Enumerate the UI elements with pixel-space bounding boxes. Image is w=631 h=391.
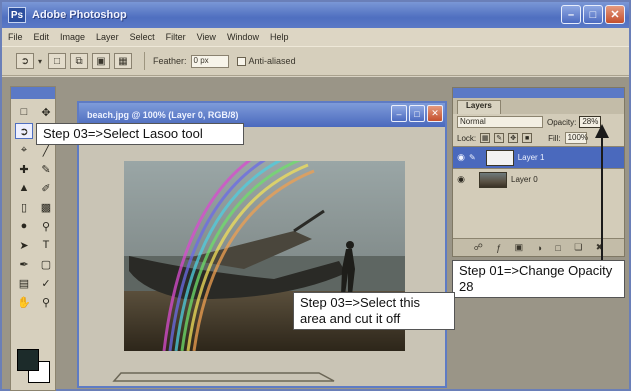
shape-tool-icon[interactable]: ▢: [37, 256, 55, 272]
opacity-label: Opacity:: [547, 117, 577, 127]
doc-close-button[interactable]: ✕: [427, 105, 443, 122]
brush-link-icon: ✎: [469, 153, 476, 162]
menu-edit[interactable]: Edit: [34, 32, 50, 42]
lock-transparency-icon[interactable]: ▦: [480, 133, 491, 143]
crop-tool-icon[interactable]: ⌖: [15, 142, 33, 158]
new-layer-icon[interactable]: ❏: [574, 242, 582, 253]
layer-thumbnail: [485, 149, 514, 166]
blur-tool-icon[interactable]: ●: [15, 218, 33, 234]
person-head: [346, 241, 354, 249]
foreground-color-swatch[interactable]: [17, 349, 39, 371]
lock-position-icon[interactable]: ✥: [508, 133, 519, 143]
photoshop-app-icon: Ps: [8, 7, 26, 23]
hand-tool-icon[interactable]: ✋: [15, 294, 33, 310]
window-controls: – □ ✕: [561, 5, 625, 24]
zoom-tool-icon[interactable]: ⚲: [37, 294, 55, 310]
visibility-eye-icon[interactable]: ◉: [453, 174, 469, 185]
link-layers-icon[interactable]: ☍: [474, 242, 483, 253]
annotation-lasso-step: Step 03=>Select Lasoo tool: [36, 123, 244, 145]
menu-layer[interactable]: Layer: [96, 32, 119, 42]
add-selection-icon[interactable]: ⧉: [70, 53, 89, 69]
new-group-icon[interactable]: □: [555, 243, 560, 253]
lasso-tool-icon[interactable]: ➲: [15, 123, 33, 139]
lock-label: Lock:: [457, 133, 477, 143]
doc-maximize-button[interactable]: □: [409, 105, 425, 122]
anti-alias-checkbox[interactable]: [236, 56, 246, 66]
menu-image[interactable]: Image: [60, 32, 85, 42]
layer-name: Layer 1: [517, 153, 545, 162]
menu-bar: File Edit Image Layer Select Filter View…: [2, 28, 629, 46]
preset-dropdown-icon[interactable]: ▾: [38, 57, 42, 66]
menu-select[interactable]: Select: [130, 32, 155, 42]
add-mask-icon[interactable]: ▣: [515, 242, 524, 253]
doc-minimize-button[interactable]: –: [391, 105, 407, 122]
menu-view[interactable]: View: [197, 32, 216, 42]
brush-tool-icon[interactable]: ✎: [37, 161, 55, 177]
toolbox-header[interactable]: [11, 87, 55, 99]
clone-stamp-icon[interactable]: ▲: [15, 180, 33, 196]
lock-all-icon[interactable]: ■: [522, 133, 533, 143]
options-bar: ➲ ▾ □ ⧉ ▣ ▦ Feather: 0 px Anti-aliased: [2, 46, 629, 76]
lock-pixels-icon[interactable]: ✎: [494, 133, 505, 143]
photoshop-window: Ps Adobe Photoshop – □ ✕ File Edit Image…: [0, 0, 631, 391]
eraser-tool-icon[interactable]: ▯: [15, 199, 33, 215]
fill-input[interactable]: 100%: [564, 132, 588, 144]
adjustment-layer-icon[interactable]: ◑: [537, 243, 542, 253]
menu-filter[interactable]: Filter: [166, 32, 186, 42]
title-bar: Ps Adobe Photoshop – □ ✕: [2, 2, 629, 28]
lasso-preset-icon[interactable]: ➲: [16, 53, 34, 69]
tab-layers[interactable]: Layers: [457, 100, 501, 114]
feather-label: Feather:: [153, 56, 187, 66]
eyedropper-tool-icon[interactable]: ✓: [37, 275, 55, 291]
options-separator: [144, 52, 146, 70]
gradient-tool-icon[interactable]: ▩: [37, 199, 55, 215]
history-brush-icon[interactable]: ✐: [37, 180, 55, 196]
feather-input[interactable]: 0 px: [190, 54, 229, 68]
move-tool-icon[interactable]: ✥: [37, 104, 55, 120]
layer-style-icon[interactable]: ƒ: [496, 243, 501, 253]
notes-tool-icon[interactable]: ▤: [15, 275, 33, 291]
layers-tabs: Layers: [453, 98, 624, 114]
layer-thumbnail: [479, 171, 507, 188]
dodge-tool-icon[interactable]: ⚲: [37, 218, 55, 234]
layers-panel-header[interactable]: [453, 88, 624, 98]
visibility-eye-icon[interactable]: ◉: [453, 152, 469, 163]
window-title: Adobe Photoshop: [32, 9, 127, 21]
maximize-button[interactable]: □: [583, 5, 603, 24]
blend-mode-select[interactable]: Normal: [457, 116, 543, 128]
anti-alias-label: Anti-aliased: [248, 56, 296, 66]
document-controls: – □ ✕: [391, 105, 443, 122]
close-button[interactable]: ✕: [605, 5, 625, 24]
annotation-opacity-step: Step 01=>Change Opacity 28: [452, 260, 625, 298]
layer-name: Layer 0: [511, 175, 538, 184]
healing-brush-icon[interactable]: ✚: [15, 161, 33, 177]
arrow-up-icon: [595, 124, 609, 268]
pen-tool-icon[interactable]: ✒: [15, 256, 33, 272]
menu-file[interactable]: File: [8, 32, 23, 42]
fill-label: Fill:: [548, 133, 561, 143]
new-selection-icon[interactable]: □: [48, 53, 67, 69]
path-selection-icon[interactable]: ➤: [15, 237, 33, 253]
menu-window[interactable]: Window: [227, 32, 259, 42]
menu-help[interactable]: Help: [270, 32, 289, 42]
annotation-area-step: Step 03=>Select this area and cut it off: [293, 292, 455, 330]
type-tool-icon[interactable]: T: [37, 237, 55, 253]
subtract-selection-icon[interactable]: ▣: [92, 53, 111, 69]
intersect-selection-icon[interactable]: ▦: [114, 53, 133, 69]
marquee-tool-icon[interactable]: □: [15, 104, 33, 120]
minimize-button[interactable]: –: [561, 5, 581, 24]
lasso-selection-path: [112, 372, 335, 382]
